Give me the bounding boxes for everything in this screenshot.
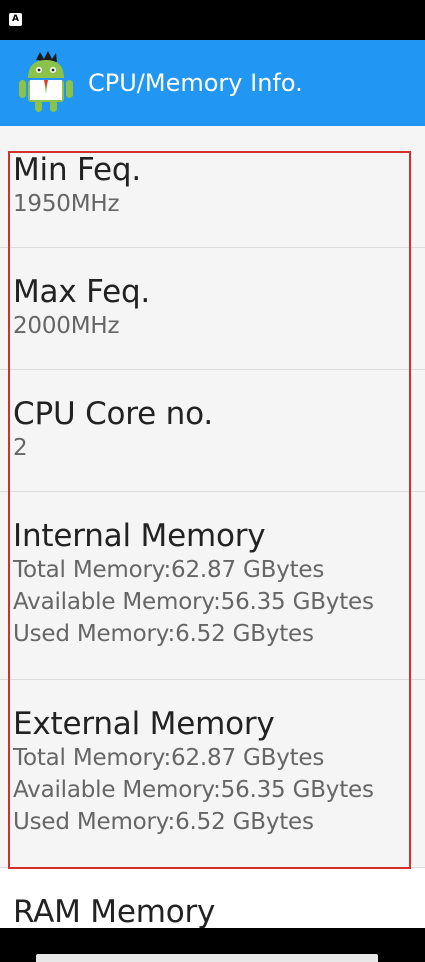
item-value: 1950MHz	[13, 191, 120, 217]
item-value: Used Memory:6.52 GBytes	[13, 809, 314, 835]
item-value: 2000MHz	[13, 313, 120, 339]
item-title: CPU Core no.	[13, 396, 214, 432]
item-value: Used Memory:6.52 GBytes	[13, 621, 314, 647]
item-title: Max Feq.	[13, 274, 151, 310]
item-value: 2	[13, 435, 28, 461]
list-item-ram-memory: RAM Memory	[0, 868, 425, 928]
nav-strip	[36, 954, 378, 962]
item-title: RAM Memory	[13, 894, 216, 928]
notification-icon: A	[9, 13, 22, 26]
list-item-internal-memory: Internal Memory Total Memory:62.87 GByte…	[0, 492, 425, 680]
list-item-external-memory: External Memory Total Memory:62.87 GByte…	[0, 680, 425, 868]
list-item-max-freq: Max Feq. 2000MHz	[0, 248, 425, 370]
item-title: Internal Memory	[13, 518, 266, 554]
status-bar: A	[0, 0, 425, 40]
info-list: Min Feq. 1950MHz Max Feq. 2000MHz CPU Co…	[0, 126, 425, 928]
page-title: CPU/Memory Info.	[88, 69, 303, 97]
app-bar: CPU/Memory Info.	[0, 40, 425, 126]
list-item-min-freq: Min Feq. 1950MHz	[0, 126, 425, 248]
list-item-cpu-cores: CPU Core no. 2	[0, 370, 425, 492]
item-title: External Memory	[13, 706, 275, 742]
item-value: Total Memory:62.87 GBytes	[13, 557, 325, 583]
android-robot-icon	[19, 51, 73, 112]
item-value: Available Memory:56.35 GBytes	[13, 589, 374, 615]
item-title: Min Feq.	[13, 152, 142, 188]
item-value: Available Memory:56.35 GBytes	[13, 777, 374, 803]
item-value: Total Memory:62.87 GBytes	[13, 745, 325, 771]
